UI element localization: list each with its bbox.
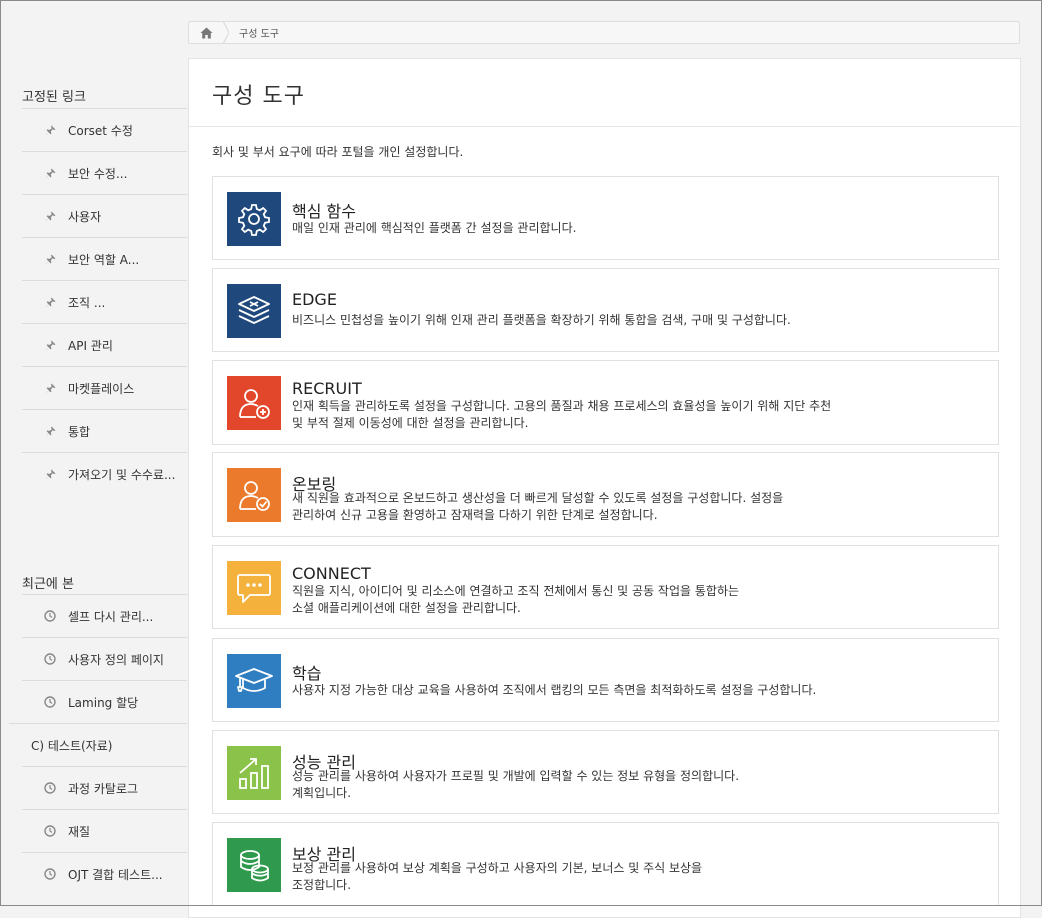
clock-icon xyxy=(44,825,56,837)
pinned-link-item[interactable]: Corset 수정 xyxy=(22,108,187,151)
user-add-icon xyxy=(227,376,281,430)
card-description-line: 보정 관리를 사용하여 보상 계획을 구성하고 사용자의 기본, 보너스 및 주… xyxy=(292,861,703,875)
pinned-link-item[interactable]: 보안 수정... xyxy=(22,151,187,194)
item-label: 가져오기 및 수수료... xyxy=(68,467,176,482)
item-label: 통합 xyxy=(68,424,91,439)
item-label: 마켓플레이스 xyxy=(68,381,135,396)
clock-icon xyxy=(44,868,56,880)
config-tool-card[interactable]: 학습 사용자 지정 가능한 대상 교육을 사용하여 조직에서 랩킹의 모든 측면을… xyxy=(212,638,999,722)
coins-icon xyxy=(227,838,281,892)
main-panel: 구성 도구 회사 및 부서 요구에 따라 포털을 개인 설정합니다. 핵심 함수… xyxy=(188,58,1021,918)
pin-icon xyxy=(44,382,56,394)
layers-icon xyxy=(227,284,281,338)
pin-icon xyxy=(44,167,56,179)
config-tool-card[interactable]: 온보링 새 직원을 효과적으로 온보드하고 생산성을 더 빠르게 달성할 수 있도… xyxy=(212,452,999,537)
pin-icon xyxy=(44,425,56,437)
pinned-links-list: Corset 수정보안 수정... 사용자보안 역할 A... 조직 ... API … xyxy=(22,108,187,495)
config-tool-card[interactable]: 핵심 함수 매일 인재 관리에 핵심적인 플랫폼 간 설정을 관리합니다. xyxy=(212,176,999,260)
config-tool-card[interactable]: EDGE 비즈니스 민첩성을 높이기 위해 인재 관리 플랫폼을 확장하기 위해 … xyxy=(212,268,999,352)
item-label: 재질 xyxy=(68,824,91,839)
chevron-right-icon xyxy=(223,21,233,44)
chat-icon xyxy=(227,561,281,615)
card-description-line: 인재 획득을 관리하도록 설정을 구성합니다. 고용의 품질과 채용 프로세스의… xyxy=(292,399,832,413)
pinned-link-item[interactable]: 사용자 xyxy=(22,194,187,237)
card-title: EDGE xyxy=(292,290,337,309)
card-description-line: 계획입니다. xyxy=(292,786,352,800)
card-description-line: 소셜 애플리케이션에 대한 설정을 관리합니다. xyxy=(292,601,521,615)
recent-item[interactable]: 재질 xyxy=(22,809,187,852)
item-label: 셀프 다시 관리... xyxy=(68,609,154,624)
item-label: C) 테스트(자료) xyxy=(31,738,113,753)
recently-viewed-list: 셀프 다시 관리... 사용자 정의 페이지 Laming 할당 C) 테스트(자료)… xyxy=(9,594,187,895)
config-tool-card[interactable]: 보상 관리 보정 관리를 사용하여 보상 계획을 구성하고 사용자의 기본, 보너… xyxy=(212,822,999,906)
home-icon[interactable] xyxy=(189,22,223,43)
config-tool-card[interactable]: 성능 관리 성능 관리를 사용하여 사용자가 프로필 및 개발에 입력할 수 있는… xyxy=(212,730,999,814)
pin-icon xyxy=(44,124,56,136)
card-description-line: 관리하여 신규 고용을 환영하고 잠재력을 다하기 위한 단계로 설정합니다. xyxy=(292,508,658,522)
item-label: 사용자 정의 페이지 xyxy=(68,652,164,667)
breadcrumb-current: 구성 도구 xyxy=(239,29,279,40)
card-description-line: 사용자 지정 가능한 대상 교육을 사용하여 조직에서 랩킹의 모든 측면을 최… xyxy=(292,683,817,697)
clock-icon xyxy=(44,610,56,622)
recently-viewed-title: 최근에 본 xyxy=(22,577,74,592)
recent-item[interactable]: OJT 결합 테스트... xyxy=(22,852,187,895)
pinned-link-item[interactable]: API 관리 xyxy=(22,323,187,366)
card-description-line: 성능 관리를 사용하여 사용자가 프로필 및 개발에 입력할 수 있는 정보 유… xyxy=(292,769,740,783)
recent-item[interactable]: 셀프 다시 관리... xyxy=(22,594,187,637)
card-description-line: 직원을 지식, 아이디어 및 리소스에 연결하고 조직 전체에서 통신 및 공동… xyxy=(292,584,740,598)
pinned-link-item[interactable]: 통합 xyxy=(22,409,187,452)
card-description-line: 매일 인재 관리에 핵심적인 플랫폼 간 설정을 관리합니다. xyxy=(292,221,577,235)
config-tool-card[interactable]: CONNECT 직원을 지식, 아이디어 및 리소스에 연결하고 조직 전체에서 … xyxy=(212,545,999,629)
item-label: 과정 카탈로그 xyxy=(68,781,139,796)
item-label: 보안 수정... xyxy=(68,166,128,181)
pinned-links-title: 고정된 링크 xyxy=(22,90,86,105)
recent-item[interactable]: Laming 할당 xyxy=(22,680,187,723)
pin-icon xyxy=(44,339,56,351)
card-description-line: 조정합니다. xyxy=(292,878,352,892)
pinned-link-item[interactable]: 마켓플레이스 xyxy=(22,366,187,409)
item-label: OJT 결합 테스트... xyxy=(68,867,163,882)
card-title: CONNECT xyxy=(292,564,371,583)
clock-icon xyxy=(44,653,56,665)
graduation-cap-icon xyxy=(227,654,281,708)
title-divider xyxy=(189,126,1020,127)
recent-item[interactable]: C) 테스트(자료) xyxy=(9,723,187,766)
pin-icon xyxy=(44,296,56,308)
page-description: 회사 및 부서 요구에 따라 포털을 개인 설정합니다. xyxy=(212,145,464,159)
item-label: Corset 수정 xyxy=(68,123,133,138)
item-label: 사용자 xyxy=(68,209,102,224)
item-label: 보안 역할 A... xyxy=(68,252,140,267)
card-title: 핵심 함수 xyxy=(292,202,356,221)
item-label: API 관리 xyxy=(68,338,113,353)
recent-item[interactable]: 사용자 정의 페이지 xyxy=(22,637,187,680)
growth-chart-icon xyxy=(227,746,281,800)
config-tool-card[interactable]: RECRUIT 인재 획득을 관리하도록 설정을 구성합니다. 고용의 품질과 채… xyxy=(212,360,999,445)
card-title: 학습 xyxy=(292,664,322,683)
page-title: 구성 도구 xyxy=(212,84,305,109)
breadcrumb: 구성 도구 xyxy=(188,21,1020,44)
user-check-icon xyxy=(227,468,281,522)
card-description-line: 비즈니스 민첩성을 높이기 위해 인재 관리 플랫폼을 확장하기 위해 통합을 … xyxy=(292,313,791,327)
clock-icon xyxy=(44,696,56,708)
pin-icon xyxy=(44,253,56,265)
gear-icon xyxy=(227,192,281,246)
item-label: Laming 할당 xyxy=(68,695,139,710)
pinned-link-item[interactable]: 가져오기 및 수수료... xyxy=(22,452,187,495)
card-description-line: 새 직원을 효과적으로 온보드하고 생산성을 더 빠르게 달성할 수 있도록 설… xyxy=(292,491,784,505)
card-description-line: 및 부적 절제 이동성에 대한 설정을 관리합니다. xyxy=(292,416,529,430)
pinned-link-item[interactable]: 조직 ... xyxy=(22,280,187,323)
pinned-link-item[interactable]: 보안 역할 A... xyxy=(22,237,187,280)
clock-icon xyxy=(44,782,56,794)
card-title: RECRUIT xyxy=(292,379,362,398)
pin-icon xyxy=(44,210,56,222)
item-label: 조직 ... xyxy=(68,295,106,310)
recent-item[interactable]: 과정 카탈로그 xyxy=(22,766,187,809)
pin-icon xyxy=(44,468,56,480)
